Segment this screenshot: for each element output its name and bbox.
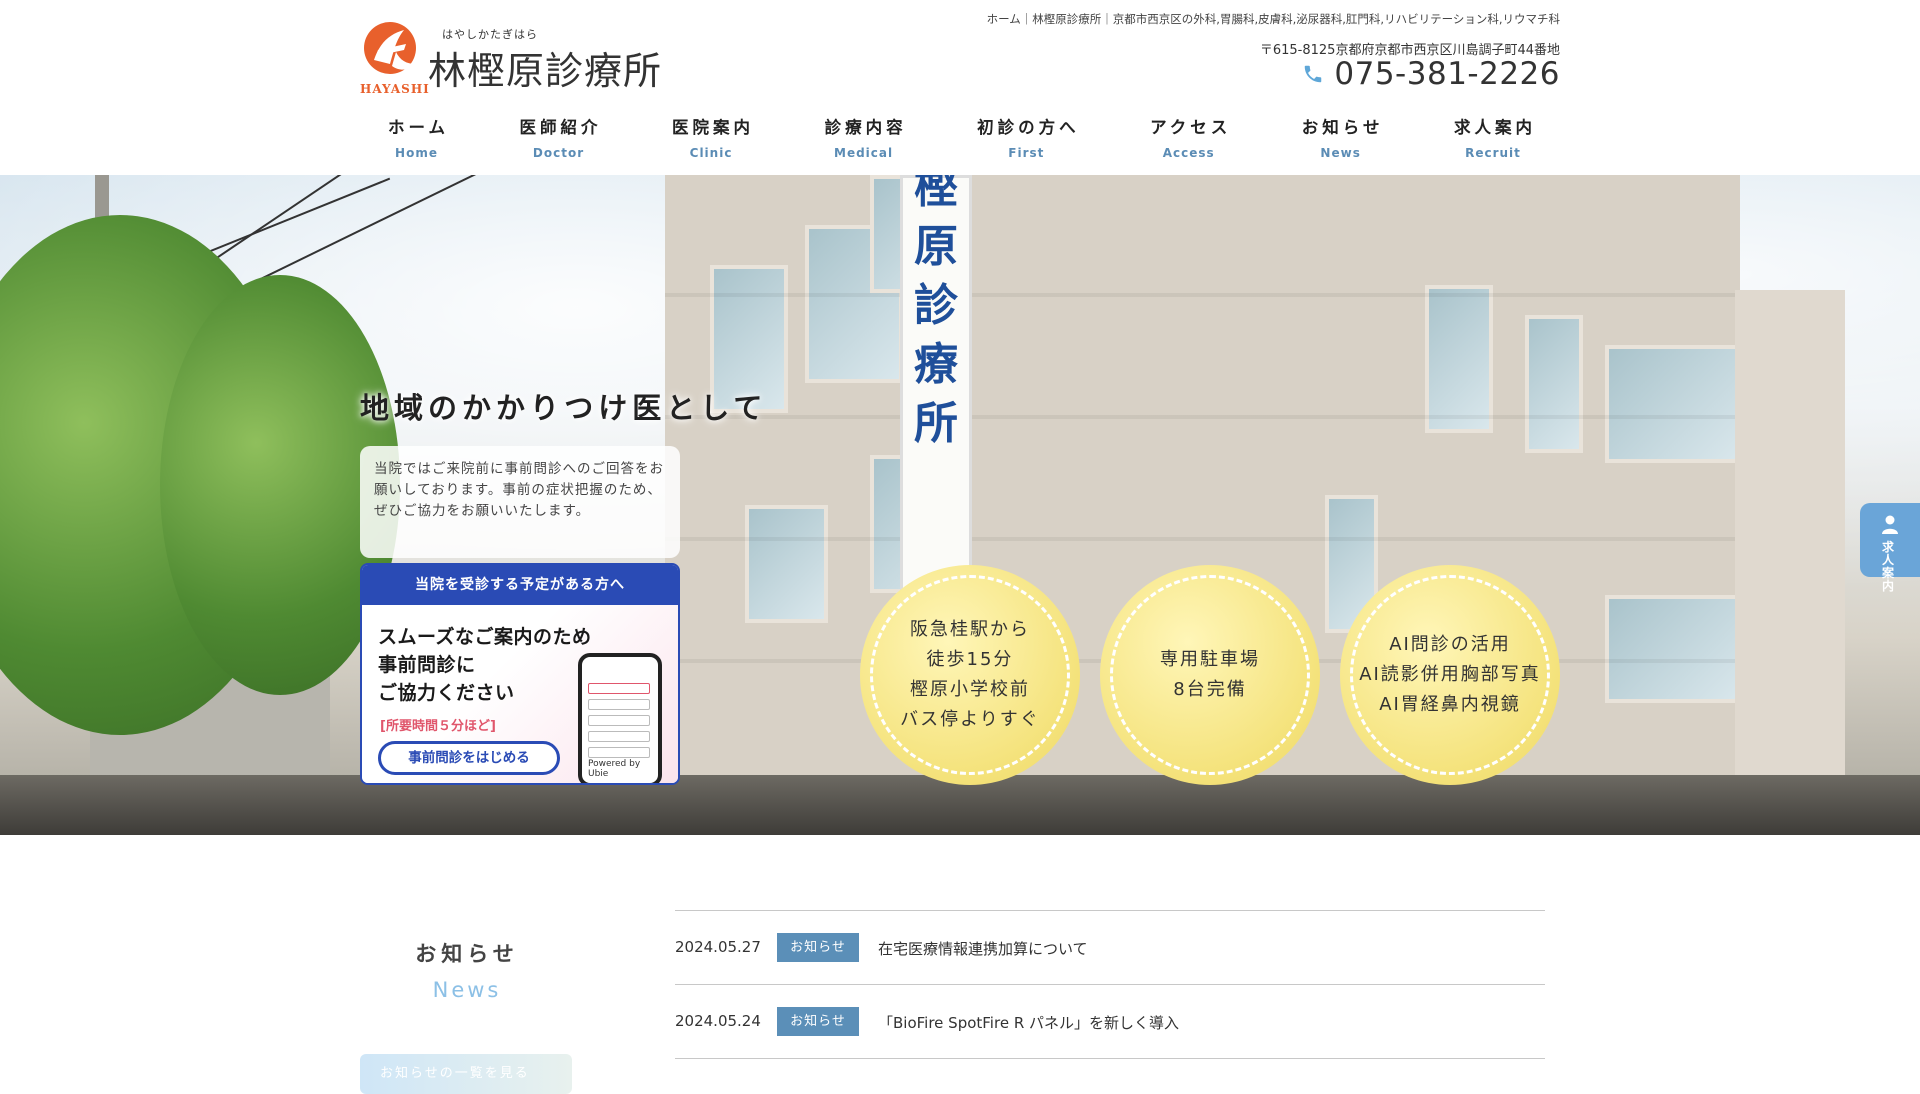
logo-name: 林樫原診療所 bbox=[428, 49, 663, 93]
nav-item-clinic[interactable]: 医院案内 Clinic bbox=[644, 114, 778, 164]
nav-label-en: Access bbox=[1162, 146, 1215, 160]
nav-label-en: Clinic bbox=[689, 146, 733, 160]
pre-consultation-banner[interactable]: 当院を受診する予定がある方へ スムーズなご案内のため 事前問診に ご協力ください… bbox=[360, 563, 680, 785]
hero-catchphrase: 地域のかかりつけ医として bbox=[360, 391, 768, 425]
nav-item-doctor[interactable]: 医師紹介 Doctor bbox=[492, 114, 626, 164]
nav-label-en: News bbox=[1320, 146, 1361, 160]
news-item[interactable]: 2024.05.27 お知らせ 在宅医療情報連携加算について bbox=[675, 910, 1545, 984]
recruit-side-tab[interactable]: 求人案内 bbox=[1860, 503, 1920, 593]
nav-label-jp: 診療内容 bbox=[824, 118, 907, 137]
phone-icon bbox=[1305, 65, 1322, 83]
nav-label-jp: アクセス bbox=[1150, 118, 1232, 137]
site-header: HAYASHI はやしかたぎはら 林樫原診療所 ホーム｜林樫原診療所｜京都市西京… bbox=[0, 0, 1920, 175]
nav-label-en: First bbox=[1008, 146, 1045, 160]
nav-item-first[interactable]: 初診の方へ First bbox=[949, 114, 1104, 164]
nav-label-en: Recruit bbox=[1465, 146, 1521, 160]
banner-body: スムーズなご案内のため 事前問診に ご協力ください [所要時間５分ほど] 事前問… bbox=[362, 605, 678, 783]
nav-label-jp: 初診の方へ bbox=[977, 118, 1080, 137]
start-questionnaire-button[interactable]: 事前問診をはじめる bbox=[378, 741, 560, 775]
form-line bbox=[588, 683, 650, 694]
banner-heading: 当院を受診する予定がある方へ bbox=[362, 565, 678, 605]
badge-line: バス停よりすぐ bbox=[900, 709, 1040, 730]
news-date: 2024.05.27 bbox=[675, 938, 761, 956]
news-item[interactable]: 2024.05.24 お知らせ 「BioFire SpotFire R パネル」… bbox=[675, 984, 1545, 1059]
badge-text: 阪急桂駅から 徒歩15分 樫原小学校前 バス停よりすぐ bbox=[860, 565, 1080, 785]
nav-label-jp: 医師紹介 bbox=[519, 118, 602, 137]
form-line bbox=[588, 731, 650, 742]
badge-access: 阪急桂駅から 徒歩15分 樫原小学校前 バス停よりすぐ bbox=[860, 565, 1080, 785]
logo-sub-text: HAYASHI bbox=[360, 82, 430, 96]
side-tab-label: 求人案内 bbox=[1882, 540, 1895, 593]
news-more-button[interactable]: お知らせの一覧を見る bbox=[360, 1054, 572, 1094]
logo-mark-icon bbox=[364, 22, 416, 74]
pre-consultation-notice: 当院ではご来院前に事前問診へのご回答をお願いしております。事前の症状把握のため、… bbox=[360, 446, 680, 558]
banner-title-line: スムーズなご案内のため bbox=[378, 626, 592, 648]
nav-item-recruit[interactable]: 求人案内 Recruit bbox=[1426, 114, 1560, 164]
news-date: 2024.05.24 bbox=[675, 1012, 761, 1030]
nav-label-jp: お知らせ bbox=[1301, 118, 1384, 137]
badge-text: 専用駐車場 8台完備 bbox=[1100, 565, 1320, 785]
news-title-link[interactable]: 「BioFire SpotFire R パネル」を新しく導入 bbox=[878, 1012, 1179, 1033]
form-line bbox=[588, 715, 650, 726]
banner-title-line: ご協力ください bbox=[378, 682, 515, 704]
badge-line: 阪急桂駅から bbox=[909, 619, 1030, 640]
header-phone[interactable]: 075-381-2226 bbox=[1302, 56, 1560, 92]
ubie-credit: Powered by Ubie bbox=[588, 759, 641, 779]
nav-label-jp: 求人案内 bbox=[1453, 118, 1536, 137]
building-annex bbox=[1735, 290, 1845, 835]
badge-line: 専用駐車場 bbox=[1160, 649, 1260, 670]
smartphone-illustration: Powered by Ubie bbox=[578, 653, 662, 783]
badge-line: AI胃経鼻内視鏡 bbox=[1379, 694, 1521, 715]
nav-label-en: Medical bbox=[834, 146, 894, 160]
form-line bbox=[588, 699, 650, 710]
banner-title: スムーズなご案内のため 事前問診に ご協力ください bbox=[378, 623, 592, 707]
news-heading-jp: お知らせ bbox=[415, 942, 519, 966]
form-line bbox=[588, 747, 650, 758]
building-window bbox=[1605, 345, 1743, 463]
building-window bbox=[745, 505, 828, 623]
badge-line: 徒歩15分 bbox=[926, 649, 1014, 670]
nav-label-en: Doctor bbox=[532, 146, 585, 160]
badge-line: AI問診の活用 bbox=[1389, 634, 1511, 655]
sign-text: 樫原診療所 bbox=[914, 175, 958, 449]
building-window bbox=[1605, 595, 1743, 703]
global-nav: ホーム Home 医師紹介 Doctor 医院案内 Clinic 診療内容 Me… bbox=[360, 114, 1560, 164]
news-list: 2024.05.27 お知らせ 在宅医療情報連携加算について 2024.05.2… bbox=[675, 910, 1545, 1059]
banner-title-line: 事前問診に bbox=[378, 654, 476, 676]
badge-line: 8台完備 bbox=[1173, 679, 1247, 700]
nav-item-medical[interactable]: 診療内容 Medical bbox=[797, 114, 931, 164]
clinic-logo[interactable]: HAYASHI はやしかたぎはら 林樫原診療所 bbox=[360, 20, 680, 96]
building-window bbox=[805, 225, 903, 383]
building-window bbox=[1525, 315, 1583, 453]
news-title-link[interactable]: 在宅医療情報連携加算について bbox=[878, 938, 1088, 959]
building-window bbox=[1425, 285, 1493, 433]
badge-text: AI問診の活用 AI読影併用胸部写真 AI胃経鼻内視鏡 bbox=[1340, 565, 1560, 785]
clinic-vertical-sign: 樫原診療所 bbox=[900, 175, 972, 625]
nav-label-jp: ホーム bbox=[388, 118, 450, 137]
news-category-badge: お知らせ bbox=[777, 933, 859, 962]
news-heading-en: News bbox=[432, 978, 502, 1002]
badge-line: 樫原小学校前 bbox=[909, 679, 1030, 700]
person-icon bbox=[1882, 515, 1898, 534]
header-breadcrumb: ホーム｜林樫原診療所｜京都市西京区の外科,胃腸科,皮膚科,泌尿器科,肛門科,リハ… bbox=[986, 12, 1560, 26]
nav-label-jp: 医院案内 bbox=[672, 118, 755, 137]
phone-number: 075-381-2226 bbox=[1334, 56, 1560, 92]
banner-duration: [所要時間５分ほど] bbox=[380, 719, 496, 734]
badge-line: AI読影併用胸部写真 bbox=[1359, 664, 1541, 685]
badge-parking: 専用駐車場 8台完備 bbox=[1100, 565, 1320, 785]
nav-item-access[interactable]: アクセス Access bbox=[1122, 114, 1255, 164]
nav-label-en: Home bbox=[395, 146, 438, 160]
nav-item-news[interactable]: お知らせ News bbox=[1274, 114, 1408, 164]
nav-item-home[interactable]: ホーム Home bbox=[360, 114, 473, 164]
badge-ai: AI問診の活用 AI読影併用胸部写真 AI胃経鼻内視鏡 bbox=[1340, 565, 1560, 785]
news-category-badge: お知らせ bbox=[777, 1007, 859, 1036]
